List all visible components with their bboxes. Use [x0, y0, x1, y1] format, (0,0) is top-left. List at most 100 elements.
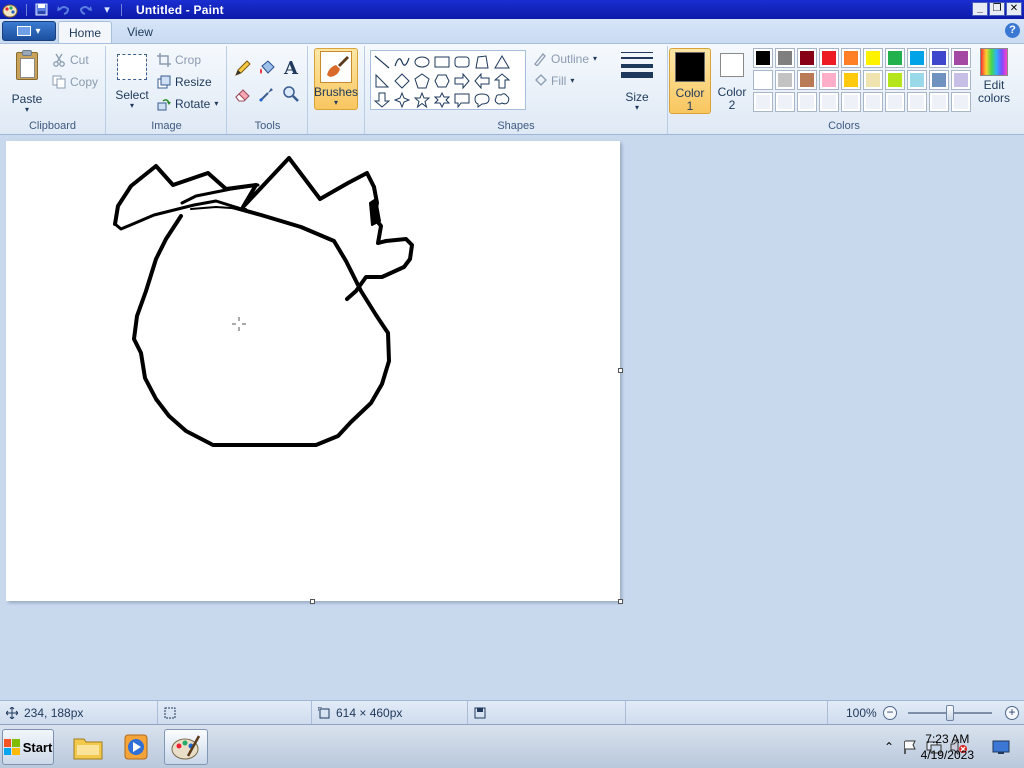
show-desktop-button[interactable]: [980, 729, 1022, 765]
four-point-star-shape-icon[interactable]: [392, 90, 412, 110]
palette-color-swatch[interactable]: [753, 70, 773, 90]
oval-callout-shape-icon[interactable]: [472, 90, 492, 110]
palette-color-swatch[interactable]: [797, 48, 817, 68]
brushes-button[interactable]: Brushes ▾: [314, 48, 358, 110]
palette-empty-slot[interactable]: [753, 92, 773, 112]
five-point-star-shape-icon[interactable]: [412, 90, 432, 110]
action-center-flag-icon[interactable]: [902, 739, 918, 755]
palette-color-swatch[interactable]: [775, 48, 795, 68]
palette-color-swatch[interactable]: [907, 48, 927, 68]
line-shape-icon[interactable]: [372, 52, 392, 72]
clock[interactable]: 7:23 AM 4/19/2023: [921, 731, 974, 763]
fill-button[interactable]: Fill ▾: [533, 74, 574, 88]
paint-app-icon[interactable]: [2, 2, 18, 18]
palette-empty-slot[interactable]: [775, 92, 795, 112]
crop-button[interactable]: Crop: [157, 53, 201, 67]
cut-button[interactable]: Cut: [52, 53, 89, 67]
move-cursor-icon: [6, 707, 18, 719]
rounded-rectangle-shape-icon[interactable]: [452, 52, 472, 72]
cloud-callout-shape-icon[interactable]: [492, 90, 512, 110]
oval-shape-icon[interactable]: [412, 52, 432, 72]
palette-color-swatch[interactable]: [863, 70, 883, 90]
right-arrow-shape-icon[interactable]: [452, 71, 472, 91]
palette-color-swatch[interactable]: [753, 48, 773, 68]
paint-menu-button[interactable]: ▾: [2, 21, 56, 41]
resize-handle-corner[interactable]: [618, 599, 623, 604]
palette-empty-slot[interactable]: [885, 92, 905, 112]
palette-color-swatch[interactable]: [885, 48, 905, 68]
curve-shape-icon[interactable]: [392, 52, 412, 72]
palette-color-swatch[interactable]: [863, 48, 883, 68]
rotate-button[interactable]: Rotate ▾: [157, 97, 218, 111]
pentagon-shape-icon[interactable]: [412, 71, 432, 91]
start-button[interactable]: Start: [2, 729, 54, 765]
tab-home[interactable]: Home: [58, 21, 112, 43]
save-icon[interactable]: [33, 3, 49, 17]
select-button[interactable]: Select ▾: [115, 54, 149, 110]
rect-callout-shape-icon[interactable]: [452, 90, 472, 110]
palette-empty-slot[interactable]: [841, 92, 861, 112]
palette-empty-slot[interactable]: [819, 92, 839, 112]
palette-color-swatch[interactable]: [951, 48, 971, 68]
edit-colors-button[interactable]: Edit colors: [976, 48, 1012, 114]
palette-empty-slot[interactable]: [907, 92, 927, 112]
rectangle-shape-icon[interactable]: [432, 52, 452, 72]
eraser-icon[interactable]: [233, 84, 253, 104]
color1-button[interactable]: Color 1: [669, 48, 711, 114]
redo-icon[interactable]: [77, 3, 93, 17]
size-button[interactable]: Size ▾: [618, 50, 656, 112]
resize-handle-right[interactable]: [618, 368, 623, 373]
palette-color-swatch[interactable]: [819, 48, 839, 68]
color-picker-icon[interactable]: [257, 84, 277, 104]
palette-color-swatch[interactable]: [841, 70, 861, 90]
pencil-icon[interactable]: [233, 58, 253, 78]
resize-handle-bottom[interactable]: [310, 599, 315, 604]
customize-dropdown-icon[interactable]: ▾: [99, 3, 115, 17]
file-explorer-icon[interactable]: [66, 729, 110, 765]
close-button[interactable]: ✕: [1006, 2, 1022, 16]
text-icon[interactable]: A: [281, 58, 301, 79]
palette-color-swatch[interactable]: [841, 48, 861, 68]
minimize-button[interactable]: _: [972, 2, 988, 16]
palette-color-swatch[interactable]: [775, 70, 795, 90]
media-player-icon[interactable]: [114, 729, 158, 765]
paint-icon[interactable]: [164, 729, 208, 765]
down-arrow-shape-icon[interactable]: [372, 90, 392, 110]
palette-color-swatch[interactable]: [907, 70, 927, 90]
six-point-star-shape-icon[interactable]: [432, 90, 452, 110]
outline-button[interactable]: Outline ▾: [533, 52, 597, 66]
drawing-canvas[interactable]: [6, 141, 620, 601]
palette-color-swatch[interactable]: [819, 70, 839, 90]
up-arrow-shape-icon[interactable]: [492, 71, 512, 91]
tools-group-label: Tools: [254, 120, 281, 132]
help-icon[interactable]: ?: [1005, 23, 1020, 38]
zoom-slider-thumb[interactable]: [946, 705, 954, 721]
copy-button[interactable]: Copy: [52, 75, 98, 89]
palette-color-swatch[interactable]: [929, 48, 949, 68]
palette-empty-slot[interactable]: [951, 92, 971, 112]
polygon-shape-icon[interactable]: [472, 52, 492, 72]
resize-button[interactable]: Resize: [157, 75, 212, 89]
color2-button[interactable]: Color 2: [712, 48, 752, 114]
palette-empty-slot[interactable]: [797, 92, 817, 112]
palette-color-swatch[interactable]: [929, 70, 949, 90]
magnifier-icon[interactable]: [281, 84, 301, 104]
palette-color-swatch[interactable]: [951, 70, 971, 90]
paste-button[interactable]: Paste ▾: [8, 50, 46, 114]
palette-color-swatch[interactable]: [797, 70, 817, 90]
zoom-out-button[interactable]: −: [883, 706, 897, 720]
right-triangle-shape-icon[interactable]: [372, 71, 392, 91]
tab-view[interactable]: View: [116, 21, 164, 43]
palette-color-swatch[interactable]: [885, 70, 905, 90]
hexagon-shape-icon[interactable]: [432, 71, 452, 91]
palette-empty-slot[interactable]: [929, 92, 949, 112]
fill-icon[interactable]: [257, 58, 277, 78]
left-arrow-shape-icon[interactable]: [472, 71, 492, 91]
show-hidden-icons-icon[interactable]: ⌃: [884, 740, 894, 754]
palette-empty-slot[interactable]: [863, 92, 883, 112]
undo-icon[interactable]: [55, 3, 71, 17]
diamond-shape-icon[interactable]: [392, 71, 412, 91]
zoom-in-button[interactable]: +: [1005, 706, 1019, 720]
restore-button[interactable]: ❐: [989, 2, 1005, 16]
triangle-shape-icon[interactable]: [492, 52, 512, 72]
